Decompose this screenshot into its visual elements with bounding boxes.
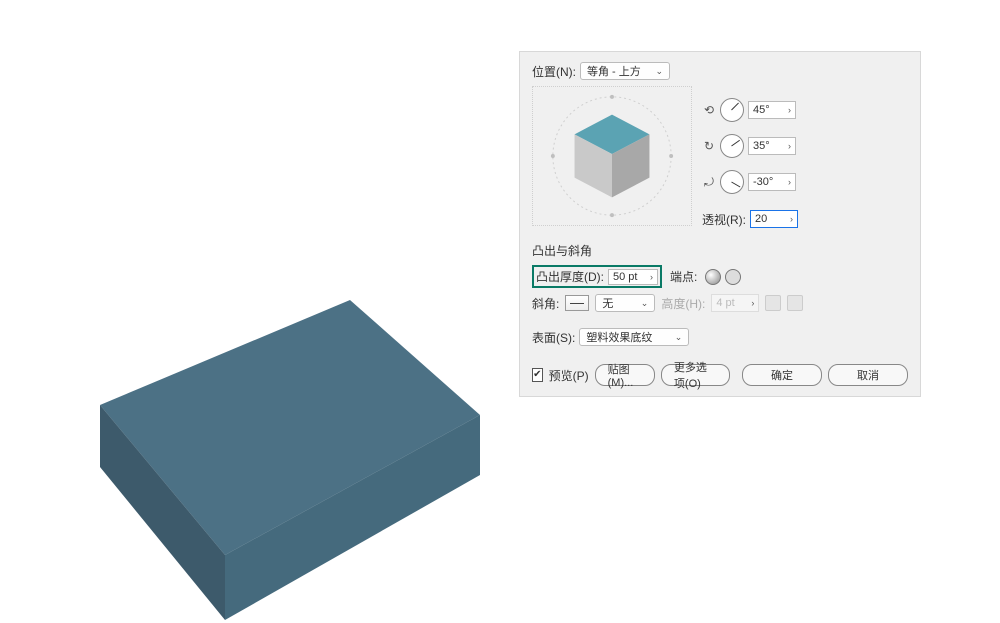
cap-solid-icon[interactable] <box>705 269 721 285</box>
perspective-value: 20 <box>755 213 767 225</box>
ok-label: 确定 <box>771 367 793 383</box>
bevel-select[interactable]: 无 ⌄ <box>595 294 655 312</box>
rotation-x-input[interactable]: 45° › <box>748 101 796 119</box>
extrude-depth-label: 凸出厚度(D): <box>536 268 604 285</box>
canvas-3d-preview <box>50 285 500 623</box>
rotation-x-row: ⟲ 45° › <box>702 98 798 122</box>
extrude-depth-row: 凸出厚度(D): 50 pt › 端点: <box>532 265 908 288</box>
extrude-section-title: 凸出与斜角 <box>532 242 908 259</box>
surface-row: 表面(S): 塑料效果底纹 ⌄ <box>532 328 908 346</box>
chevron-icon: › <box>788 105 791 115</box>
bevel-height-label: 高度(H): <box>661 295 705 312</box>
dialog-button-row: ✔ 预览(P) 贴图(M)... 更多选项(O) 确定 取消 <box>532 364 908 386</box>
rotation-z-value: -30° <box>753 176 773 188</box>
rotation-x-value: 45° <box>753 104 770 116</box>
chevron-down-icon: ⌄ <box>655 66 663 77</box>
cap-icons <box>705 269 741 285</box>
rotation-controls: ⟲ 45° › ↻ 35° › ⤾ -30° › <box>702 86 798 228</box>
chevron-icon: › <box>790 214 793 224</box>
position-row: 位置(N): 等角 - 上方 ⌄ <box>532 62 908 80</box>
chevron-icon: › <box>788 141 791 151</box>
rotation-y-dial[interactable] <box>720 134 744 158</box>
cap-hollow-icon[interactable] <box>725 269 741 285</box>
rotation-y-row: ↻ 35° › <box>702 134 798 158</box>
bevel-height-value: 4 pt <box>716 297 734 309</box>
more-options-button[interactable]: 更多选项(O) <box>661 364 730 386</box>
cancel-button[interactable]: 取消 <box>828 364 908 386</box>
position-select[interactable]: 等角 - 上方 ⌄ <box>580 62 670 80</box>
rotation-y-value: 35° <box>753 140 770 152</box>
map-art-label: 贴图(M)... <box>608 361 642 389</box>
position-value: 等角 - 上方 <box>587 63 641 79</box>
preview-checkbox[interactable]: ✔ <box>532 368 543 382</box>
position-label: 位置(N): <box>532 63 576 80</box>
extrude-depth-value: 50 pt <box>613 271 637 283</box>
rotation-z-row: ⤾ -30° › <box>702 170 798 194</box>
perspective-input[interactable]: 20 › <box>750 210 798 228</box>
bevel-row: 斜角: 无 ⌄ 高度(H): 4 pt › <box>532 294 908 312</box>
bevel-label: 斜角: <box>532 295 559 312</box>
cancel-label: 取消 <box>857 367 879 383</box>
chevron-icon: › <box>751 298 754 308</box>
more-options-label: 更多选项(O) <box>674 359 717 391</box>
orientation-preview-block: ⟲ 45° › ↻ 35° › ⤾ -30° › <box>532 86 908 228</box>
chevron-down-icon: ⌄ <box>641 298 649 309</box>
surface-select[interactable]: 塑料效果底纹 ⌄ <box>579 328 689 346</box>
bevel-out-icon <box>787 295 803 311</box>
bevel-shape-value: 无 <box>602 295 613 311</box>
ok-button[interactable]: 确定 <box>742 364 822 386</box>
extrude-bevel-dialog: 位置(N): 等角 - 上方 ⌄ ⟲ <box>519 51 921 397</box>
chevron-icon: › <box>650 272 653 282</box>
orientation-cube[interactable] <box>532 86 692 226</box>
chevron-down-icon: ⌄ <box>675 332 683 343</box>
bevel-shape-preview[interactable] <box>565 295 589 311</box>
rotation-x-dial[interactable] <box>720 98 744 122</box>
bevel-height-input: 4 pt › <box>711 294 759 312</box>
cap-label: 端点: <box>670 268 697 285</box>
bevel-in-icon <box>765 295 781 311</box>
perspective-label: 透视(R): <box>702 211 746 228</box>
axis-z-icon: ⤾ <box>702 175 716 190</box>
perspective-row: 透视(R): 20 › <box>702 210 798 228</box>
chevron-icon: › <box>788 177 791 187</box>
map-art-button[interactable]: 贴图(M)... <box>595 364 655 386</box>
extrude-depth-highlight: 凸出厚度(D): 50 pt › <box>532 265 662 288</box>
rotation-y-input[interactable]: 35° › <box>748 137 796 155</box>
axis-x-icon: ⟲ <box>702 103 716 117</box>
surface-value: 塑料效果底纹 <box>586 329 652 345</box>
axis-y-icon: ↻ <box>702 139 716 153</box>
extrude-depth-input[interactable]: 50 pt › <box>608 269 658 285</box>
surface-label: 表面(S): <box>532 329 575 346</box>
rotation-z-input[interactable]: -30° › <box>748 173 796 191</box>
preview-checkbox-label[interactable]: 预览(P) <box>549 367 589 384</box>
rotation-z-dial[interactable] <box>720 170 744 194</box>
